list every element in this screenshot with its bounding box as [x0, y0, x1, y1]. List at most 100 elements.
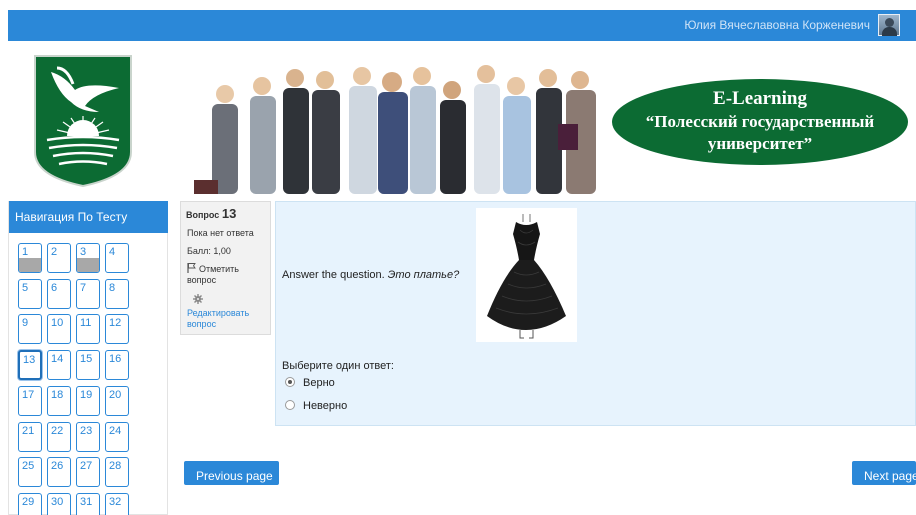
- quiz-nav-question-8[interactable]: 8: [105, 278, 129, 309]
- quiz-nav-question-number: 23: [80, 424, 93, 437]
- banner-title: E-Learning: [713, 88, 807, 109]
- quiz-nav-question-number: 10: [51, 317, 64, 330]
- user-name[interactable]: Юлия Вячеславовна Корженевич: [684, 18, 870, 32]
- quiz-nav-question-number: 9: [22, 317, 29, 330]
- quiz-nav-question-number: 14: [51, 353, 64, 366]
- quiz-nav-question-number: 17: [22, 388, 35, 401]
- quiz-nav-question-5[interactable]: 5: [18, 278, 42, 309]
- flag-question-link[interactable]: Отметить вопрос: [187, 263, 269, 286]
- quiz-nav-question-1[interactable]: 1: [18, 243, 42, 273]
- quiz-nav-question-number: 27: [80, 460, 93, 473]
- quiz-nav-question-number: 4: [109, 246, 116, 258]
- quiz-nav-question-12[interactable]: 12: [105, 314, 129, 345]
- quiz-nav-question-17[interactable]: 17: [18, 385, 42, 416]
- quiz-nav-question-11[interactable]: 11: [76, 314, 100, 345]
- question-number: Вопрос 13: [186, 206, 265, 221]
- banner-university-line1: “Полесский государственный: [645, 112, 875, 131]
- option-false-label: Неверно: [303, 400, 348, 412]
- question-info-panel: Вопрос 13 Пока нет ответа Балл: 1,00 Отм…: [180, 201, 271, 335]
- quiz-nav-question-number: 7: [80, 281, 87, 294]
- quiz-nav-question-22[interactable]: 22: [47, 421, 71, 452]
- top-bar: Юлия Вячеславовна Корженевич: [8, 10, 916, 41]
- quiz-nav-question-28[interactable]: 28: [105, 457, 129, 488]
- option-true-label: Верно: [303, 377, 335, 389]
- quiz-nav-question-number: 16: [109, 353, 122, 366]
- quiz-nav-question-number: 15: [80, 353, 93, 366]
- previous-page-button[interactable]: Previous page: [184, 461, 279, 485]
- quiz-nav-question-number: 8: [109, 281, 116, 294]
- quiz-navigation-panel: Навигация По Тесту 1 2 3 4 5 6 7 8 9 10 11 12 13 14 15…: [8, 201, 168, 515]
- quiz-nav-question-24[interactable]: 24: [105, 421, 129, 452]
- option-false-radio[interactable]: [285, 400, 295, 410]
- quiz-nav-question-number: 32: [109, 495, 122, 508]
- quiz-nav-question-6[interactable]: 6: [47, 278, 71, 309]
- quiz-nav-question-number: 6: [51, 281, 58, 294]
- quiz-nav-question-number: 21: [22, 424, 35, 437]
- quiz-nav-question-13[interactable]: 13: [18, 350, 42, 381]
- quiz-nav-question-3[interactable]: 3: [76, 243, 100, 273]
- quiz-nav-question-number: 11: [80, 317, 92, 330]
- question-grade: Балл: 1,00: [187, 246, 231, 256]
- quiz-nav-question-31[interactable]: 31: [76, 492, 100, 515]
- quiz-nav-question-23[interactable]: 23: [76, 421, 100, 452]
- quiz-nav-question-27[interactable]: 27: [76, 457, 100, 488]
- question-number-value: 13: [221, 206, 237, 221]
- quiz-nav-question-7[interactable]: 7: [76, 278, 100, 309]
- quiz-nav-question-number: 3: [80, 246, 87, 258]
- answered-marker: [19, 258, 41, 272]
- quiz-nav-question-10[interactable]: 10: [47, 314, 71, 345]
- elearning-oval-badge: E-Learning “Полесский государственный ун…: [612, 79, 908, 165]
- quiz-nav-question-21[interactable]: 21: [18, 421, 42, 452]
- quiz-nav-question-26[interactable]: 26: [47, 457, 71, 488]
- quiz-nav-question-number: 31: [80, 495, 93, 508]
- quiz-nav-question-number: 12: [109, 317, 122, 330]
- quiz-nav-question-15[interactable]: 15: [76, 350, 100, 381]
- quiz-nav-question-16[interactable]: 16: [105, 350, 129, 381]
- answer-prompt: Выберите один ответ:: [282, 360, 394, 372]
- next-page-button[interactable]: Next page: [852, 461, 916, 485]
- black-dress-image: [476, 208, 577, 342]
- edit-question-link[interactable]: Редактировать вопрос: [187, 308, 269, 330]
- quiz-nav-question-number: 22: [51, 424, 64, 437]
- quiz-nav-question-number: 13: [23, 354, 36, 367]
- quiz-nav-question-4[interactable]: 4: [105, 243, 129, 273]
- question-text-italic: Это платье?: [387, 269, 460, 281]
- quiz-nav-question-number: 18: [51, 388, 64, 401]
- quiz-nav-question-number: 24: [109, 424, 122, 437]
- quiz-nav-question-20[interactable]: 20: [105, 385, 129, 416]
- quiz-nav-question-32[interactable]: 32: [105, 492, 129, 515]
- banner-university-line2: университет”: [707, 134, 813, 153]
- quiz-nav-question-number: 20: [109, 388, 122, 401]
- quiz-nav-question-29[interactable]: 29: [18, 492, 42, 515]
- question-text-main: Answer the question.: [282, 269, 385, 281]
- question-label: Вопрос: [186, 210, 220, 220]
- quiz-nav-question-19[interactable]: 19: [76, 385, 100, 416]
- university-crest-logo[interactable]: [27, 54, 139, 188]
- answered-marker: [77, 258, 99, 272]
- question-content: Answer the question. Это платье? Выберит…: [275, 201, 916, 426]
- option-false[interactable]: Неверно: [285, 400, 347, 412]
- gear-icon: [193, 294, 203, 304]
- flag-icon: [187, 263, 196, 273]
- quiz-nav-question-number: 2: [51, 246, 58, 258]
- group-photo-image: [190, 56, 620, 194]
- question-text: Answer the question. Это платье?: [282, 269, 459, 281]
- quiz-nav-question-18[interactable]: 18: [47, 385, 71, 416]
- quiz-nav-question-number: 5: [22, 281, 29, 294]
- quiz-nav-question-number: 29: [22, 495, 35, 508]
- quiz-nav-question-14[interactable]: 14: [47, 350, 71, 381]
- quiz-nav-question-number: 1: [22, 246, 29, 258]
- quiz-nav-question-number: 19: [80, 388, 93, 401]
- quiz-nav-question-number: 25: [22, 460, 35, 473]
- option-true-radio[interactable]: [285, 377, 295, 387]
- option-true[interactable]: Верно: [285, 377, 335, 389]
- quiz-nav-question-2[interactable]: 2: [47, 243, 71, 273]
- quiz-nav-question-number: 30: [51, 495, 64, 508]
- question-state: Пока нет ответа: [187, 228, 254, 238]
- quiz-nav-question-9[interactable]: 9: [18, 314, 42, 345]
- quiz-navigation-title: Навигация По Тесту: [9, 201, 168, 233]
- quiz-nav-question-25[interactable]: 25: [18, 457, 42, 488]
- quiz-nav-question-30[interactable]: 30: [47, 492, 71, 515]
- user-avatar[interactable]: [878, 14, 900, 36]
- header-banner: E-Learning “Полесский государственный ун…: [190, 56, 916, 194]
